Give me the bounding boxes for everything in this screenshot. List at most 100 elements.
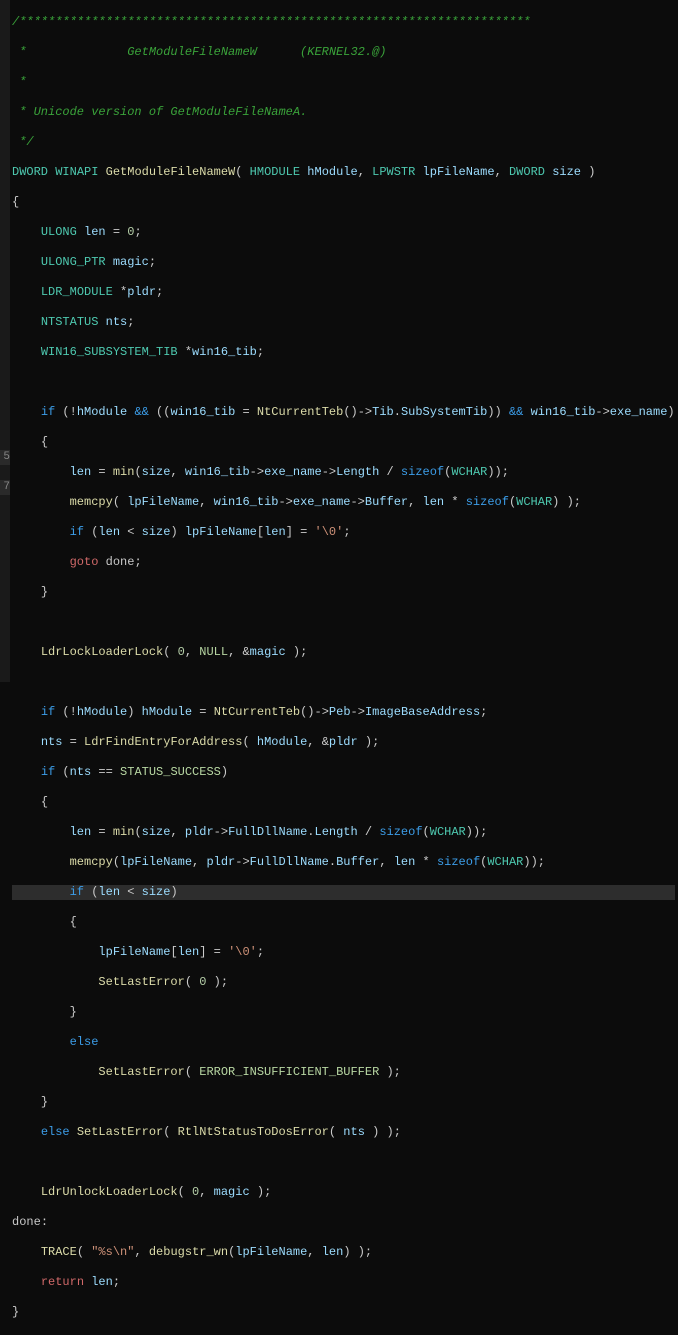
keyword: return [41,1275,84,1289]
member: Buffer [336,855,379,869]
member: Length [336,465,379,479]
var: pldr [127,285,156,299]
type: LDR_MODULE [41,285,113,299]
function-call: LdrFindEntryForAddress [84,735,242,749]
type: NTSTATUS [41,315,99,329]
brace: { [41,435,48,449]
var: lpFileName [127,495,199,509]
var: size [142,525,171,539]
type: WCHAR [451,465,487,479]
var: size [142,825,171,839]
keyword: if [41,705,55,719]
var: len [98,885,120,899]
type: WCHAR [430,825,466,839]
member: exe_name [264,465,322,479]
comment: (KERNEL32.@) [257,45,387,59]
member: ImageBaseAddress [365,705,480,719]
member: FullDllName [250,855,329,869]
member: Tib [372,405,394,419]
string: "%s\n" [91,1245,134,1259]
var: nts [106,315,128,329]
line-number-gutter: 5 7 [0,0,10,682]
var: magic [113,255,149,269]
brace: { [12,195,19,209]
member: Length [315,825,358,839]
comment: * [12,75,26,89]
type: WIN16_SUBSYSTEM_TIB [41,345,178,359]
comment: */ [12,135,34,149]
number: 0 [199,975,206,989]
function-call: memcpy [70,495,113,509]
var: hModule [142,705,192,719]
comment: /***************************************… [12,15,530,29]
type: WINAPI [55,165,98,179]
keyword: sizeof [379,825,422,839]
function-call: SetLastError [98,1065,184,1079]
brace: } [12,1305,19,1319]
label: done [106,555,135,569]
var: pldr [206,855,235,869]
function-call: LdrLockLoaderLock [41,645,163,659]
constant: STATUS_SUCCESS [120,765,221,779]
type: WCHAR [487,855,523,869]
function-call: NtCurrentTeb [214,705,300,719]
function-call: NtCurrentTeb [257,405,343,419]
var: len [394,855,416,869]
type: WCHAR [516,495,552,509]
gutter-num-2: 7 [0,480,10,495]
var: nts [70,765,92,779]
function-name: GetModuleFileNameW [106,165,236,179]
type: DWORD [12,165,48,179]
var: pldr [185,825,214,839]
var: lpFileName [98,945,170,959]
var: win16_tib [531,405,596,419]
code-editor[interactable]: /***************************************… [12,0,675,1335]
param: size [552,165,581,179]
function-call: LdrUnlockLoaderLock [41,1185,178,1199]
var: len [70,465,92,479]
var: len [322,1245,344,1259]
gutter-num-1: 5 [0,450,10,465]
var: lpFileName [235,1245,307,1259]
var: len [98,525,120,539]
brace: } [41,1095,48,1109]
function-call: SetLastError [77,1125,163,1139]
function-call: TRACE [41,1245,77,1259]
type: ULONG [41,225,77,239]
keyword: if [70,525,84,539]
var: lpFileName [120,855,192,869]
var: hModule [77,405,127,419]
brace: } [41,585,48,599]
function-call: min [113,825,135,839]
function-call: SetLastError [98,975,184,989]
member: FullDllName [228,825,307,839]
var: magic [250,645,286,659]
var: size [142,465,171,479]
var: len [70,825,92,839]
keyword: else [70,1035,99,1049]
keyword: else [41,1125,70,1139]
param: lpFileName [423,165,495,179]
member: exe_name [293,495,351,509]
number: 0 [178,645,185,659]
string: '\0' [228,945,257,959]
constant: NULL [199,645,228,659]
type: ULONG_PTR [41,255,106,269]
function-call: debugstr_wn [149,1245,228,1259]
var: nts [41,735,63,749]
var: lpFileName [185,525,257,539]
function-call: min [113,465,135,479]
var: win16_tib [185,465,250,479]
function-call: RtlNtStatusToDosError [178,1125,329,1139]
brace: { [70,915,77,929]
keyword: if [41,765,55,779]
string: '\0' [315,525,344,539]
var: len [264,525,286,539]
var: size [142,885,171,899]
brace: } [70,1005,77,1019]
var: win16_tib [214,495,279,509]
member: exe_name [610,405,668,419]
var: hModule [257,735,307,749]
brace: { [41,795,48,809]
param: hModule [307,165,357,179]
